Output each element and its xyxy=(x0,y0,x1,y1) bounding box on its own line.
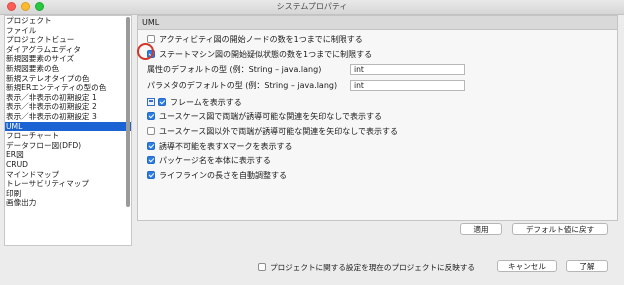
cancel-button[interactable]: キャンセル xyxy=(497,260,557,272)
sidebar-item[interactable]: データフロー図(DFD) xyxy=(5,141,131,151)
activity-start-node-label: アクティビティ図の開始ノードの数を1つまでに制限する xyxy=(159,35,363,44)
show-frame-checkbox[interactable] xyxy=(158,98,166,106)
sidebar-scrollbar[interactable] xyxy=(126,17,130,207)
statemachine-start-label: ステートマシン図の開始疑似状態の数を1つまでに制限する xyxy=(159,50,373,59)
window-title: システムプロパティ xyxy=(276,2,348,11)
x-mark-checkbox[interactable] xyxy=(147,142,155,150)
sidebar-item[interactable]: ER図 xyxy=(5,150,131,160)
usecase-bidirectional-label: ユースケース図で両端が誘導可能な関連を矢印なしで表示する xyxy=(159,112,382,121)
sidebar-item[interactable]: 新規図要素のサイズ xyxy=(5,54,131,64)
sidebar-item[interactable]: CRUD xyxy=(5,160,131,170)
sidebar-item[interactable]: 表示／非表示の初期設定 3 xyxy=(5,112,131,122)
reflect-to-project-option[interactable]: プロジェクトに関する設定を現在のプロジェクトに反映する xyxy=(258,262,475,273)
activity-start-node-checkbox[interactable] xyxy=(147,35,155,43)
settings-category-list[interactable]: プロジェクト ファイル プロジェクトビュー ダイアグラムエディタ 新規図要素のサイズ 新規… xyxy=(4,15,132,246)
non-usecase-bidirectional-option[interactable]: ユースケース図以外で両端が誘導可能な関連を矢印なしで表示する xyxy=(147,126,398,137)
activity-start-node-option[interactable]: アクティビティ図の開始ノードの数を1つまでに制限する xyxy=(147,34,363,45)
sidebar-item[interactable]: フローチャート xyxy=(5,131,131,141)
uml-settings-panel: UML アクティビティ図の開始ノードの数を1つまでに制限する ステートマシン図の… xyxy=(137,15,618,235)
package-name-option[interactable]: パッケージ名を本体に表示する xyxy=(147,155,271,166)
sidebar-item[interactable]: トレーサビリティマップ xyxy=(5,179,131,189)
apply-button[interactable]: 適用 xyxy=(460,223,502,235)
sidebar-item[interactable]: 表示／非表示の初期設定 2 xyxy=(5,102,131,112)
frame-icon xyxy=(147,98,155,106)
lifeline-autosize-label: ライフラインの長さを自動調整する xyxy=(159,171,287,180)
show-frame-option[interactable]: フレームを表示する xyxy=(147,97,242,108)
attribute-type-label: 属性のデフォルトの型 (例：String – java.lang) xyxy=(147,65,322,74)
restore-defaults-button[interactable]: デフォルト値に戻す xyxy=(512,223,608,235)
parameter-type-input[interactable]: int xyxy=(350,80,465,91)
lifeline-autosize-checkbox[interactable] xyxy=(147,171,155,179)
show-frame-label: フレームを表示する xyxy=(170,98,242,107)
sidebar-item[interactable]: UML xyxy=(5,121,131,132)
attribute-type-input[interactable]: int xyxy=(350,64,465,75)
panel-header: UML xyxy=(138,16,617,30)
parameter-type-label: パラメタのデフォルトの型 (例：String – java.lang) xyxy=(147,81,338,90)
x-mark-label: 誘導不可能を表すXマークを表示する xyxy=(159,142,293,151)
statemachine-start-option[interactable]: ステートマシン図の開始疑似状態の数を1つまでに制限する xyxy=(147,49,372,60)
title-bar: システムプロパティ xyxy=(0,0,624,15)
sidebar-item[interactable]: ダイアグラムエディタ xyxy=(5,45,131,55)
usecase-bidirectional-checkbox[interactable] xyxy=(147,112,155,120)
package-name-checkbox[interactable] xyxy=(147,156,155,164)
attribute-type-row: 属性のデフォルトの型 (例：String – java.lang) int xyxy=(147,64,477,76)
parameter-type-row: パラメタのデフォルトの型 (例：String – java.lang) int xyxy=(147,80,477,92)
sidebar-item[interactable]: ファイル xyxy=(5,26,131,36)
non-usecase-bidirectional-checkbox[interactable] xyxy=(147,127,155,135)
sidebar-item[interactable]: 新規ERエンティティの型の色 xyxy=(5,83,131,93)
reflect-to-project-label: プロジェクトに関する設定を現在のプロジェクトに反映する xyxy=(270,263,476,272)
usecase-bidirectional-option[interactable]: ユースケース図で両端が誘導可能な関連を矢印なしで表示する xyxy=(147,111,382,122)
sidebar-item[interactable]: 表示／非表示の初期設定 1 xyxy=(5,93,131,103)
non-usecase-bidirectional-label: ユースケース図以外で両端が誘導可能な関連を矢印なしで表示する xyxy=(159,127,398,136)
reflect-to-project-checkbox[interactable] xyxy=(258,263,266,271)
x-mark-option[interactable]: 誘導不可能を表すXマークを表示する xyxy=(147,141,292,152)
sidebar-item[interactable]: 新規図要素の色 xyxy=(5,64,131,74)
sidebar-item[interactable]: 新規ステレオタイプの色 xyxy=(5,74,131,84)
package-name-label: パッケージ名を本体に表示する xyxy=(159,156,271,165)
sidebar-item[interactable]: プロジェクト xyxy=(5,16,131,26)
sidebar-item[interactable]: プロジェクトビュー xyxy=(5,35,131,45)
sidebar-item[interactable]: 画像出力 xyxy=(5,198,131,208)
sidebar-item[interactable]: マインドマップ xyxy=(5,170,131,180)
ok-button[interactable]: 了解 xyxy=(566,260,608,272)
lifeline-autosize-option[interactable]: ライフラインの長さを自動調整する xyxy=(147,170,287,181)
sidebar-item[interactable]: 印刷 xyxy=(5,189,131,199)
highlight-circle xyxy=(137,43,154,60)
